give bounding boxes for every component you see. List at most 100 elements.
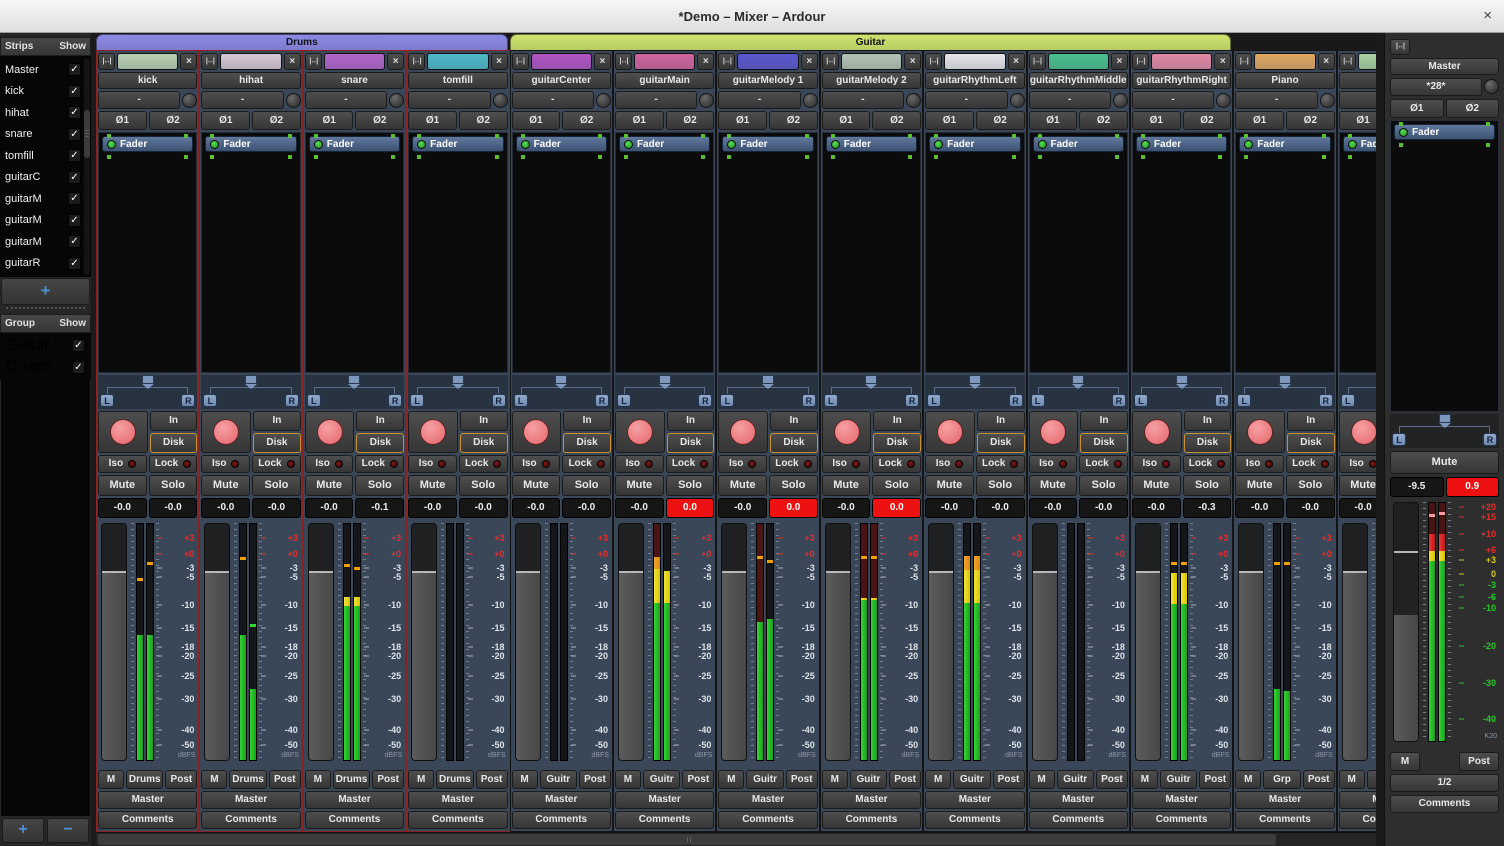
fader-processor-button[interactable]: Fader [1343,136,1376,152]
pan-control[interactable]: LR [925,375,1024,409]
record-arm-button[interactable] [1132,411,1182,453]
processor-active-led[interactable] [314,140,323,149]
channel-fader[interactable] [411,523,437,761]
phase-1-button[interactable]: Ø1 [1029,111,1078,130]
record-arm-button[interactable] [98,411,148,453]
phase-2-button[interactable]: Ø2 [459,111,508,130]
output-button[interactable]: Master [1339,791,1376,809]
fader-processor-button[interactable]: Fader [1033,136,1124,152]
solo-button[interactable]: Solo [1079,475,1128,496]
strip-name-button[interactable]: guitarMain [615,72,714,89]
sidebar-resize-handle[interactable] [6,307,85,313]
record-arm-button[interactable] [201,411,251,453]
narrow-strip-button[interactable]: |↔| [1132,53,1149,70]
comments-button[interactable]: Comments [98,811,197,829]
processor-active-led[interactable] [1399,128,1408,137]
phase-1-button[interactable]: Ø1 [408,111,457,130]
pan-handle[interactable] [1279,375,1291,384]
processor-box[interactable]: Fader [512,132,611,373]
strips-list-item[interactable]: guitarC✓ [3,167,83,189]
gain-display[interactable]: -0.0 [925,498,974,518]
gain-display[interactable]: -0.0 [201,498,250,518]
mute-button[interactable]: Mute [512,475,561,496]
comments-button[interactable]: Comments [1029,811,1128,829]
strip-color-bar[interactable] [1254,53,1315,70]
strip-name-button[interactable]: hihat [201,72,300,89]
fader-processor-button[interactable]: Fader [1394,124,1495,140]
input-route-button[interactable]: - [201,91,283,109]
record-arm-button[interactable] [1235,411,1285,453]
trim-knob[interactable] [182,93,197,108]
mute-button[interactable]: Mute [1029,475,1078,496]
fader-processor-button[interactable]: Fader [722,136,813,152]
narrow-strip-button[interactable]: |↔| [925,53,942,70]
strip-color-bar[interactable] [841,53,902,70]
solo-isolate-button[interactable]: Iso [822,455,871,473]
mono-button[interactable]: M [512,770,538,789]
peak-display[interactable]: -0.0 [252,498,301,518]
processor-active-led[interactable] [624,140,633,149]
strips-list-item[interactable]: guitarM✓ [3,231,83,253]
solo-lock-button[interactable]: Lock [976,455,1025,473]
trim-knob[interactable] [1216,93,1231,108]
monitor-input-button[interactable]: In [460,411,508,431]
mute-button[interactable]: Mute [615,475,664,496]
output-button[interactable]: Master [822,791,921,809]
metering-point-button[interactable]: Post [165,770,197,789]
processor-box[interactable]: Fader [1029,132,1128,373]
channel-fader[interactable] [101,523,127,761]
pan-handle[interactable] [1072,375,1084,384]
record-arm-button[interactable] [822,411,872,453]
strip-color-bar[interactable] [737,53,798,70]
processor-box[interactable]: Fader [925,132,1024,373]
comments-button[interactable]: Comments [305,811,404,829]
monitor-disk-button[interactable]: Disk [667,433,715,453]
solo-lock-button[interactable]: Lock [459,455,508,473]
output-button[interactable]: Master [408,791,507,809]
group-tab-drums[interactable]: Drums [96,34,508,50]
phase-2-button[interactable]: Ø2 [666,111,715,130]
gain-display[interactable]: -0.0 [718,498,767,518]
comments-button[interactable]: Comments [1132,811,1231,829]
trim-knob[interactable] [1320,93,1335,108]
mono-button[interactable]: M [201,770,227,789]
solo-button[interactable]: Solo [872,475,921,496]
narrow-strip-button[interactable]: |↔| [1390,39,1410,55]
solo-button[interactable]: Solo [562,475,611,496]
pan-control[interactable]: LR [1339,375,1376,409]
strip-visible-checkbox[interactable]: ✓ [68,63,81,76]
phase-1-button[interactable]: Ø1 [925,111,974,130]
peak-display[interactable]: 0.9 [1446,477,1500,497]
hide-strip-button[interactable]: × [697,53,714,70]
pan-handle[interactable] [1439,414,1451,423]
mono-button[interactable]: M [305,770,331,789]
mute-button[interactable]: Mute [1339,475,1376,496]
comments-button[interactable]: Comments [615,811,714,829]
solo-isolate-button[interactable]: Iso [615,455,664,473]
group-tab-guitar[interactable]: Guitar [510,34,1232,50]
output-button[interactable]: Master [1132,791,1231,809]
monitor-input-button[interactable]: In [667,411,715,431]
narrow-strip-button[interactable]: |↔| [408,53,425,70]
trim-knob[interactable] [286,93,301,108]
comments-button[interactable]: Comments [1390,795,1499,813]
add-group-button[interactable]: + [2,818,44,843]
gain-display[interactable]: -0.0 [408,498,457,518]
processor-box[interactable]: Fader [408,132,507,373]
strip-name-button[interactable]: tomfill [408,72,507,89]
peak-display[interactable]: -0.3 [1183,498,1232,518]
output-button[interactable]: Master [98,791,197,809]
strips-list-item[interactable]: tomfill✓ [3,145,83,167]
input-route-button[interactable]: - [822,91,904,109]
solo-isolate-button[interactable]: Iso [98,455,147,473]
comments-button[interactable]: Comments [201,811,300,829]
strip-name-button[interactable]: guitarCenter [512,72,611,89]
group-button[interactable]: Grp [1263,770,1300,789]
monitor-input-button[interactable]: In [150,411,198,431]
processor-active-led[interactable] [934,140,943,149]
metering-point-button[interactable]: Post [1199,770,1231,789]
comments-button[interactable]: Comments [1339,811,1376,829]
channel-fader[interactable] [721,523,747,761]
hide-strip-button[interactable]: × [904,53,921,70]
solo-isolate-button[interactable]: Iso [1029,455,1078,473]
